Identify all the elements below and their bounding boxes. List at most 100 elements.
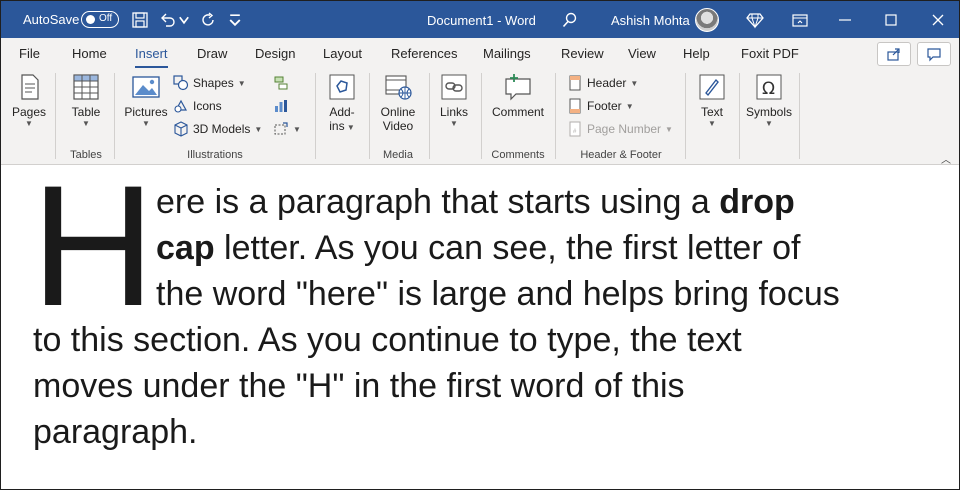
tab-layout[interactable]: Layout bbox=[323, 46, 362, 61]
customize-toolbar-icon[interactable] bbox=[227, 9, 243, 31]
chevron-down-icon: ▼ bbox=[344, 123, 355, 132]
line-1-bold: drop bbox=[719, 183, 795, 221]
group-separator bbox=[369, 73, 370, 159]
header-button[interactable]: Header ▼ bbox=[567, 75, 638, 91]
footer-label: Footer bbox=[587, 99, 622, 113]
close-icon[interactable] bbox=[927, 9, 949, 31]
paragraph-line-1: ere is a paragraph that starts using a d… bbox=[156, 183, 795, 222]
paragraph-line-5: moves under the "H" in the first word of… bbox=[33, 367, 685, 405]
chevron-down-icon: ▼ bbox=[630, 78, 639, 88]
minimize-icon[interactable] bbox=[834, 9, 856, 31]
pictures-button[interactable]: Pictures ▼ bbox=[123, 71, 169, 129]
symbols-button[interactable]: Ω Symbols ▼ bbox=[745, 71, 793, 129]
autosave-label: AutoSave bbox=[23, 12, 80, 27]
tab-foxit-pdf[interactable]: Foxit PDF bbox=[741, 46, 799, 61]
symbols-label: Symbols bbox=[745, 105, 792, 119]
smartart-button[interactable] bbox=[273, 75, 289, 91]
tab-review[interactable]: Review bbox=[561, 46, 604, 61]
pictures-label: Pictures bbox=[124, 105, 168, 119]
links-button[interactable]: Links ▼ bbox=[435, 71, 473, 129]
group-label-illustrations: Illustrations bbox=[187, 149, 243, 161]
3d-models-label: 3D Models bbox=[193, 122, 251, 136]
chevron-down-icon: ▼ bbox=[25, 119, 33, 128]
group-separator bbox=[55, 73, 56, 159]
tab-mailings[interactable]: Mailings bbox=[483, 46, 531, 61]
chevron-down-icon: ▼ bbox=[254, 124, 263, 134]
tab-insert[interactable]: Insert bbox=[135, 46, 168, 68]
omega-icon: Ω bbox=[753, 71, 785, 103]
comment-label: Comment bbox=[491, 105, 544, 119]
share-button[interactable] bbox=[877, 42, 911, 66]
undo-icon[interactable] bbox=[157, 9, 179, 31]
group-separator bbox=[315, 73, 316, 159]
ribbon-display-icon[interactable] bbox=[789, 9, 811, 31]
tab-home[interactable]: Home bbox=[72, 46, 107, 61]
paragraph-line-2: cap letter. As you can see, the first le… bbox=[156, 229, 800, 268]
toggle-knob bbox=[86, 15, 95, 24]
add-ins-button[interactable]: Add- ins ▼ bbox=[323, 71, 361, 133]
pages-button[interactable]: Pages ▼ bbox=[11, 71, 47, 129]
tab-references[interactable]: References bbox=[391, 46, 457, 61]
new-comment-button[interactable]: Comment bbox=[489, 71, 547, 119]
group-label-media: Media bbox=[383, 149, 413, 161]
footer-button[interactable]: Footer ▼ bbox=[567, 98, 634, 114]
table-label: Table bbox=[71, 105, 101, 119]
line-1-text: ere is a paragraph that starts using a bbox=[156, 183, 720, 221]
picture-icon bbox=[130, 71, 162, 103]
screenshot-button[interactable]: ▼ bbox=[273, 121, 301, 137]
add-ins-label-1: Add- bbox=[329, 105, 355, 119]
chevron-down-icon: ▼ bbox=[293, 124, 301, 134]
search-icon[interactable] bbox=[559, 9, 581, 31]
autosave-state: Off bbox=[99, 13, 113, 24]
tab-design[interactable]: Design bbox=[255, 46, 295, 61]
document-canvas[interactable]: H ere is a paragraph that starts using a… bbox=[1, 160, 959, 489]
undo-dropdown-icon[interactable] bbox=[177, 9, 191, 31]
pages-icon bbox=[13, 71, 45, 103]
ribbon-tabs: File Home Insert Draw Design Layout Refe… bbox=[1, 38, 959, 69]
shapes-button[interactable]: Shapes ▼ bbox=[173, 75, 246, 91]
collapse-ribbon-icon[interactable]: ︿ bbox=[941, 151, 951, 166]
group-separator bbox=[555, 73, 556, 159]
document-title: Document1 - Word bbox=[427, 13, 536, 28]
tab-view[interactable]: View bbox=[628, 46, 656, 61]
paragraph-line-6: paragraph. bbox=[33, 413, 198, 451]
video-icon bbox=[382, 71, 414, 103]
line-2-text: letter. As you can see, the first letter… bbox=[214, 229, 801, 267]
page-number-button[interactable]: # Page Number ▼ bbox=[567, 121, 673, 137]
paragraph-line-4: to this section. As you continue to type… bbox=[33, 321, 742, 359]
comment-icon bbox=[502, 71, 534, 103]
table-button[interactable]: Table ▼ bbox=[67, 71, 105, 129]
avatar[interactable] bbox=[695, 8, 719, 32]
text-button[interactable]: Text ▼ bbox=[693, 71, 731, 129]
add-ins-label-2: ins bbox=[329, 119, 345, 133]
cube-icon bbox=[174, 121, 188, 137]
line-2-bold: cap bbox=[156, 229, 215, 267]
tab-draw[interactable]: Draw bbox=[197, 46, 227, 61]
chart-icon bbox=[275, 100, 287, 112]
autosave-toggle[interactable]: Off bbox=[81, 11, 119, 28]
header-label: Header bbox=[587, 76, 627, 90]
save-icon[interactable] bbox=[129, 9, 151, 31]
chart-button[interactable] bbox=[273, 98, 289, 114]
tab-file[interactable]: File bbox=[19, 46, 40, 61]
icons-button[interactable]: Icons bbox=[173, 98, 222, 114]
paragraph-line-3: the word "here" is large and helps bring… bbox=[156, 275, 840, 313]
online-video-button[interactable]: Online Video bbox=[375, 71, 421, 133]
smartart-icon bbox=[274, 76, 288, 90]
text-label: Text bbox=[700, 105, 723, 119]
svg-text:Ω: Ω bbox=[762, 79, 775, 99]
text-icon bbox=[696, 71, 728, 103]
redo-icon[interactable] bbox=[197, 9, 219, 31]
comments-button[interactable] bbox=[917, 42, 951, 66]
group-label-header-footer: Header & Footer bbox=[580, 149, 662, 161]
diamond-icon[interactable] bbox=[744, 9, 766, 31]
shapes-icon bbox=[173, 75, 189, 91]
tab-help[interactable]: Help bbox=[683, 46, 710, 61]
3d-models-button[interactable]: 3D Models ▼ bbox=[173, 121, 262, 137]
group-label-comments: Comments bbox=[491, 149, 545, 161]
user-name[interactable]: Ashish Mohta bbox=[611, 13, 690, 28]
online-video-label-2: Video bbox=[382, 119, 414, 133]
header-icon bbox=[569, 75, 581, 91]
maximize-icon[interactable] bbox=[880, 9, 902, 31]
group-separator bbox=[799, 73, 800, 159]
